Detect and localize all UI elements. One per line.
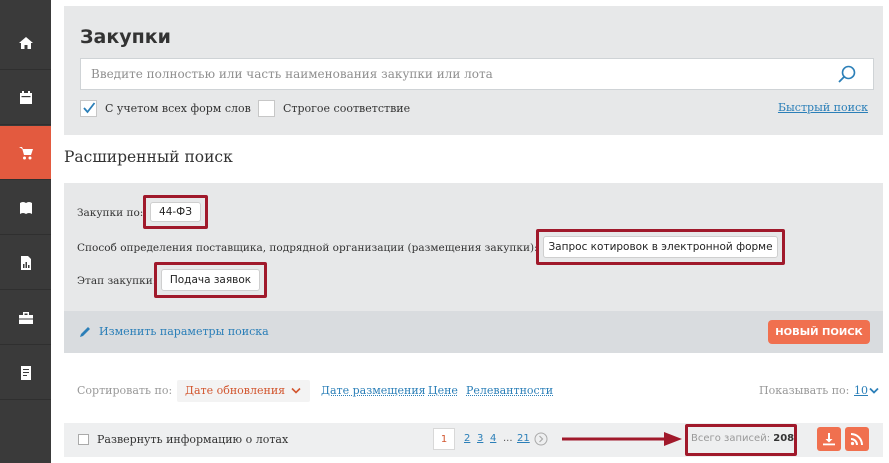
- search-panel: Закупки С учетом всех форм слов Строгое …: [64, 6, 883, 135]
- all-word-forms-label: С учетом всех форм слов: [105, 102, 251, 115]
- book-icon: [19, 201, 32, 214]
- sort-by-price[interactable]: Цене: [428, 384, 458, 397]
- page-size-select[interactable]: 10: [854, 384, 868, 397]
- total-records-label: Всего записей:: [691, 433, 771, 444]
- procurement-by-label: Закупки по:: [77, 207, 144, 219]
- download-icon: [823, 433, 835, 446]
- sidebar-item-calendar[interactable]: [0, 71, 51, 125]
- sidebar-item-reports[interactable]: [0, 236, 51, 290]
- sidebar: [0, 0, 51, 463]
- pagination-page-link[interactable]: 3: [477, 433, 483, 444]
- download-button[interactable]: [817, 427, 841, 451]
- home-icon: [18, 36, 33, 49]
- pagination-page-link[interactable]: 2: [464, 433, 470, 444]
- strict-match-label: Строгое соответствие: [283, 102, 411, 115]
- page-title: Закупки: [80, 26, 171, 48]
- advanced-search-panel: Закупки по: 44-ФЗ Способ определения пос…: [64, 183, 883, 311]
- sort-label: Сортировать по:: [77, 384, 173, 397]
- total-records: Всего записей: 208: [691, 433, 794, 444]
- pencil-icon: [80, 327, 90, 337]
- expand-lots-checkbox[interactable]: [78, 434, 89, 445]
- pagination-current-page: 1: [433, 428, 455, 450]
- procurement-by-chip[interactable]: 44-ФЗ: [150, 202, 201, 222]
- chevron-down-icon: [291, 387, 301, 394]
- new-search-button[interactable]: НОВЫЙ ПОИСК: [768, 320, 870, 344]
- sort-dropdown[interactable]: Дате обновления: [177, 380, 310, 402]
- sidebar-item-purchases[interactable]: [0, 126, 51, 180]
- sort-by-relevance[interactable]: Релевантности: [466, 384, 553, 397]
- advanced-search-title: Расширенный поиск: [64, 148, 233, 166]
- edit-search-params-link[interactable]: Изменить параметры поиска: [99, 325, 269, 338]
- stage-chip[interactable]: Подача заявок: [161, 269, 260, 291]
- pagination-ellipsis: ...: [503, 433, 513, 444]
- method-chip[interactable]: Запрос котировок в электронной форме: [543, 236, 778, 258]
- chevron-down-icon[interactable]: [869, 387, 879, 395]
- method-label: Способ определения поставщика, подрядной…: [77, 242, 538, 254]
- checkmark-icon: [83, 102, 96, 114]
- sidebar-item-contracts[interactable]: [0, 291, 51, 345]
- strict-match-checkbox[interactable]: [258, 100, 275, 117]
- calendar-icon: [19, 90, 32, 104]
- rss-icon: [850, 433, 863, 446]
- expand-lots-label: Развернуть информацию о лотах: [97, 433, 289, 446]
- sidebar-item-catalog[interactable]: [0, 181, 51, 235]
- document-icon: [20, 365, 31, 380]
- pagination-last-page-link[interactable]: 21: [517, 433, 530, 444]
- rss-button[interactable]: [845, 427, 869, 451]
- report-icon: [20, 255, 31, 270]
- page-size-label: Показывать по:: [759, 384, 850, 397]
- pagination-page-link[interactable]: 4: [490, 433, 496, 444]
- quick-search-link[interactable]: Быстрый поиск: [778, 101, 868, 114]
- sort-selected-value: Дате обновления: [185, 384, 286, 397]
- search-icon[interactable]: [837, 64, 857, 84]
- search-input[interactable]: [80, 58, 874, 90]
- all-word-forms-checkbox[interactable]: [80, 100, 97, 117]
- advanced-search-footer: Изменить параметры поиска НОВЫЙ ПОИСК: [64, 311, 883, 353]
- sidebar-item-documents[interactable]: [0, 346, 51, 400]
- sort-by-posting-date[interactable]: Дате размещения: [321, 384, 426, 397]
- stage-label: Этап закупки:: [77, 275, 157, 287]
- total-records-value: 208: [773, 433, 795, 444]
- annotation-arrow: [562, 432, 682, 446]
- cart-icon: [18, 146, 33, 159]
- sidebar-item-home[interactable]: [0, 16, 51, 70]
- next-page-icon[interactable]: [534, 432, 548, 446]
- briefcase-icon: [18, 311, 33, 324]
